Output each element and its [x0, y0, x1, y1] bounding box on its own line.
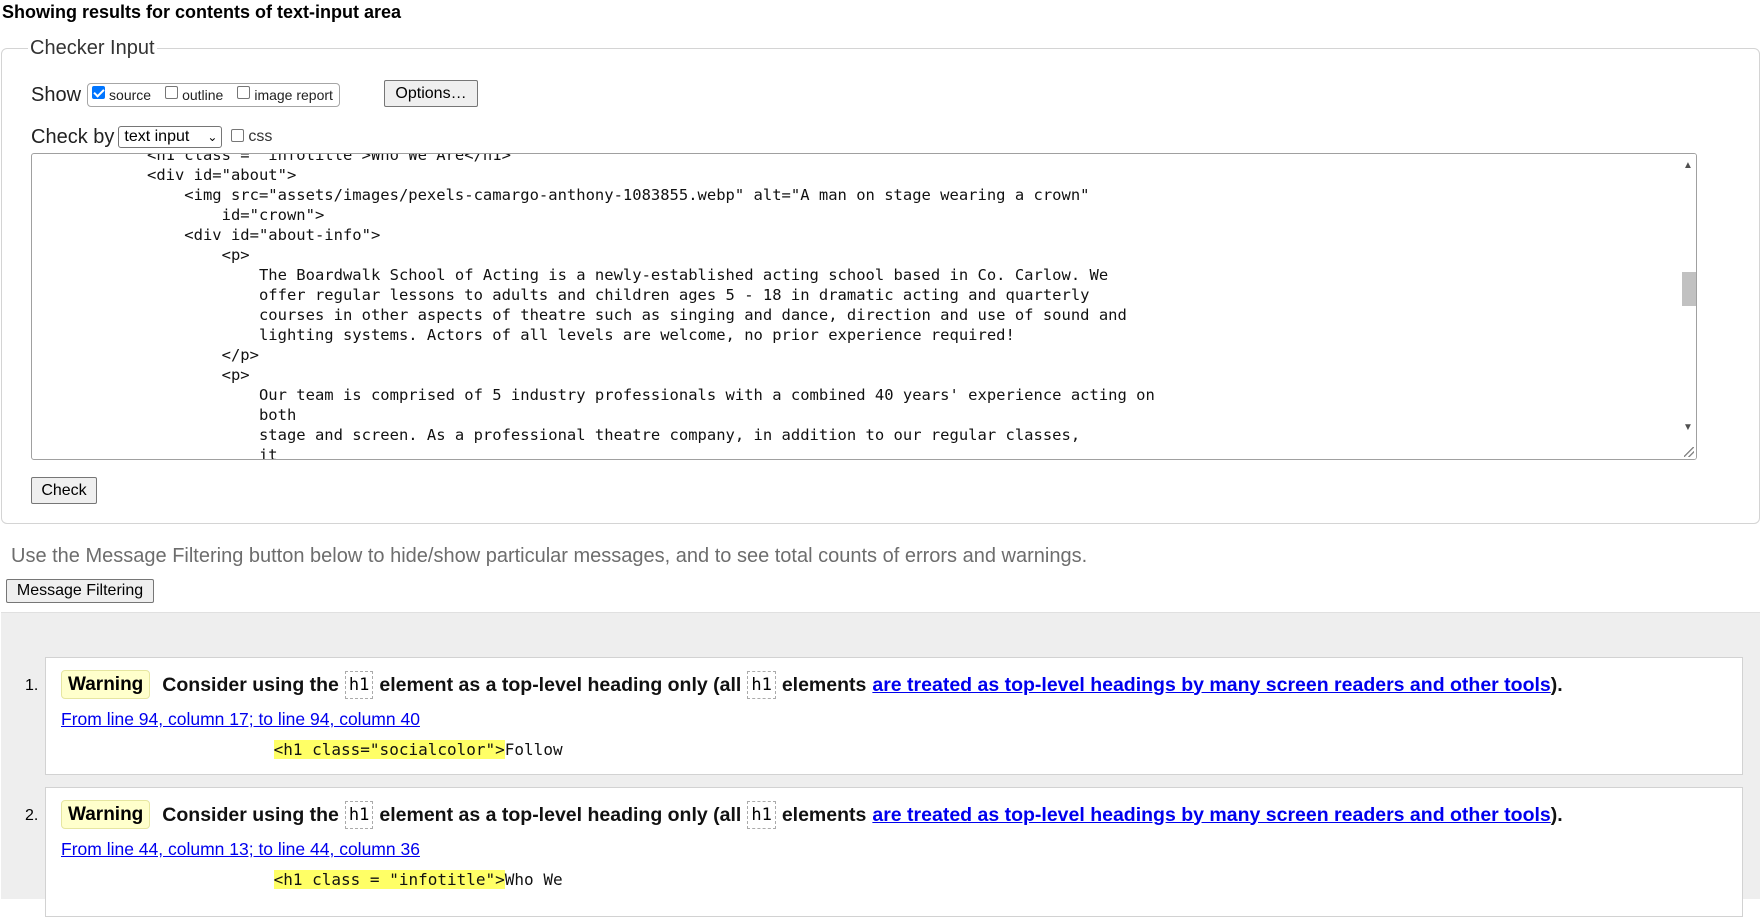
source-code[interactable]: <h1 class = "infotitle">Who We Are</h1> … [32, 154, 1155, 459]
check-by-select[interactable]: text input ⌄ [118, 126, 223, 148]
show-outline-label[interactable]: outline [182, 87, 223, 103]
show-options-group: source outline image report [87, 83, 340, 107]
message-location-link[interactable]: From line 44, column 13; to line 44, col… [61, 838, 420, 860]
source-line[interactable]: id="crown"> [35, 205, 1155, 225]
source-line[interactable]: courses in other aspects of theatre such… [35, 305, 1155, 325]
extract-text: Follow [504, 740, 563, 759]
message-text-b: element as a top-level heading only (all [379, 673, 742, 696]
show-image-report-label[interactable]: image report [254, 87, 333, 103]
source-line[interactable]: <p> [35, 245, 1155, 265]
message-number: 2. [25, 807, 39, 824]
warning-badge: Warning [61, 670, 151, 699]
css-label[interactable]: css [248, 128, 272, 146]
message-extract: <h1 class = "infotitle">Who We [158, 869, 563, 891]
message-text-d: ). [1550, 673, 1563, 696]
source-line[interactable]: it [35, 445, 1155, 459]
chevron-down-icon[interactable]: ⌄ [207, 131, 217, 143]
source-line[interactable]: <img src="assets/images/pexels-camargo-a… [35, 185, 1155, 205]
show-outline-checkbox[interactable] [165, 85, 179, 99]
message-item: 1. Warning Consider using the h1 element… [25, 657, 1743, 775]
check-by-row: Check by text input ⌄ css [31, 124, 272, 150]
extract-indent [158, 870, 274, 889]
show-image-report-option[interactable]: image report [237, 85, 333, 103]
warning-badge: Warning [61, 800, 151, 829]
show-image-report-checkbox[interactable] [237, 85, 251, 99]
show-outline-option[interactable]: outline [165, 85, 223, 103]
code-tag: h1 [344, 670, 374, 699]
show-label: Show [31, 84, 82, 106]
source-line[interactable]: stage and screen. As a professional thea… [35, 425, 1155, 445]
source-line[interactable]: </p> [35, 345, 1155, 365]
source-textarea[interactable]: <h1 class = "infotitle">Who We Are</h1> … [31, 153, 1697, 460]
scroll-down-arrow-icon[interactable]: ▼ [1683, 423, 1693, 433]
show-source-option[interactable]: source [92, 85, 151, 103]
message-text-a: Consider using the [162, 673, 339, 696]
check-by-label: Check by [31, 126, 115, 148]
message-location-link[interactable]: From line 94, column 17; to line 94, col… [61, 708, 420, 730]
messages-area: 1. Warning Consider using the h1 element… [1, 612, 1760, 917]
show-options-row: Show source outline image report [31, 80, 340, 110]
code-tag: h1 [747, 670, 776, 699]
scroll-up-arrow-icon[interactable]: ▲ [1683, 161, 1693, 171]
show-source-label[interactable]: source [109, 87, 151, 103]
source-line[interactable]: <h1 class = "infotitle">Who We Are</h1> [35, 154, 1155, 165]
message-text-c: elements [781, 803, 867, 826]
code-tag: h1 [747, 800, 776, 829]
scrollbar-thumb[interactable] [1682, 272, 1696, 306]
checker-input-legend: Checker Input [28, 36, 157, 60]
message-number: 1. [25, 677, 39, 694]
source-line[interactable]: offer regular lessons to adults and chil… [35, 285, 1155, 305]
message-filtering-button[interactable]: Message Filtering [6, 579, 154, 603]
message-title: Warning Consider using the h1 element as… [61, 800, 1563, 829]
message-text-b: element as a top-level heading only (all [379, 803, 742, 826]
extract-indent [158, 740, 274, 759]
source-line[interactable]: The Boardwalk School of Acting is a newl… [35, 265, 1155, 285]
message-help-link[interactable]: are treated as top-level headings by man… [872, 674, 1550, 696]
source-line[interactable]: <div id="about"> [35, 165, 1155, 185]
extract-text: Who We [504, 870, 563, 889]
code-tag: h1 [344, 800, 374, 829]
results-heading: Showing results for contents of text-inp… [2, 2, 402, 22]
css-option[interactable]: css [231, 128, 272, 146]
source-line[interactable]: both [35, 405, 1155, 425]
message-text-d: ). [1550, 803, 1563, 826]
message-extract: <h1 class="socialcolor">Follow [158, 739, 563, 761]
filter-instructions: Use the Message Filtering button below t… [11, 545, 1088, 567]
textarea-scrollbar[interactable]: ▲ ▼ [1678, 154, 1696, 459]
resize-grip-icon[interactable] [1684, 447, 1694, 457]
message-help-link[interactable]: are treated as top-level headings by man… [872, 804, 1550, 826]
check-by-value[interactable]: text input [124, 128, 189, 146]
source-line[interactable]: <p> [35, 365, 1155, 385]
message-text-c: elements [781, 673, 867, 696]
show-source-checkbox[interactable] [92, 85, 106, 99]
extract-highlight: <h1 class = "infotitle"> [273, 870, 505, 889]
extract-highlight: <h1 class="socialcolor"> [273, 740, 505, 759]
source-line[interactable]: <div id="about-info"> [35, 225, 1155, 245]
options-button[interactable]: Options… [384, 80, 478, 107]
message-text-a: Consider using the [162, 803, 339, 826]
message-title: Warning Consider using the h1 element as… [61, 670, 1563, 699]
check-button[interactable]: Check [31, 477, 97, 504]
source-line[interactable]: Our team is comprised of 5 industry prof… [35, 385, 1155, 405]
css-checkbox[interactable] [231, 128, 245, 142]
source-line[interactable]: lighting systems. Actors of all levels a… [35, 325, 1155, 345]
